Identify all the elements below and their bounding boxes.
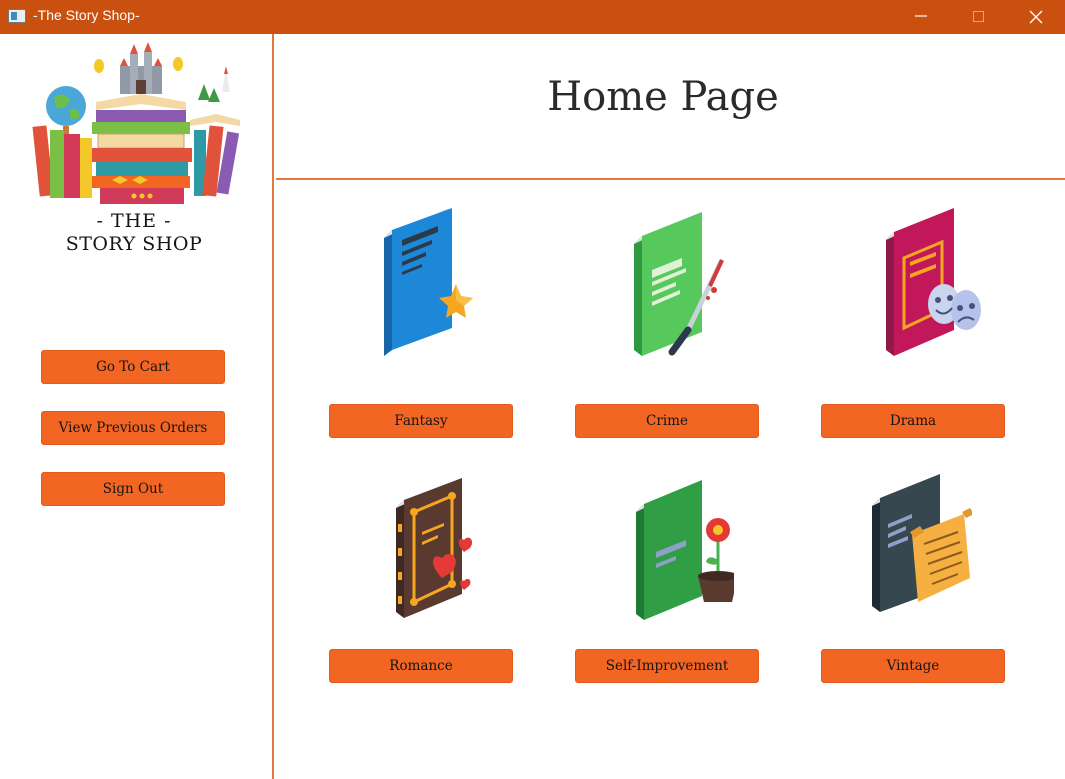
page-header: Home Page — [276, 34, 1065, 180]
drama-button[interactable]: Drama — [821, 404, 1005, 438]
logo-text-the: - THE - — [96, 210, 172, 232]
minimize-icon — [915, 15, 927, 17]
vintage-button[interactable]: Vintage — [821, 649, 1005, 683]
window-title: -The Story Shop- — [33, 7, 140, 23]
close-icon — [1029, 10, 1043, 24]
close-button[interactable] — [1007, 0, 1065, 34]
maximize-button[interactable] — [950, 0, 1008, 34]
crime-button[interactable]: Crime — [575, 404, 759, 438]
maximize-icon — [973, 11, 984, 22]
logo-text-story-shop: STORY SHOP — [65, 233, 203, 255]
drama-book-icon — [886, 208, 981, 356]
sidebar: - THE - STORY SHOP Go To Cart View Previ… — [0, 34, 274, 779]
story-shop-logo — [32, 42, 240, 204]
vintage-book-icon — [872, 474, 972, 612]
fantasy-button[interactable]: Fantasy — [329, 404, 513, 438]
app-icon — [8, 9, 26, 23]
self-improvement-book-icon — [636, 480, 734, 620]
view-previous-orders-button[interactable]: View Previous Orders — [41, 411, 225, 445]
page-title: Home Page — [547, 74, 779, 120]
window-titlebar[interactable]: -The Story Shop- — [0, 0, 1065, 34]
sign-out-button[interactable]: Sign Out — [41, 472, 225, 506]
crime-book-icon — [634, 212, 725, 356]
minimize-button[interactable] — [892, 0, 950, 34]
self-improvement-button[interactable]: Self-Improvement — [575, 649, 759, 683]
romance-button[interactable]: Romance — [329, 649, 513, 683]
romance-book-icon — [396, 478, 473, 618]
go-to-cart-button[interactable]: Go To Cart — [41, 350, 225, 384]
fantasy-book-icon — [384, 208, 473, 356]
